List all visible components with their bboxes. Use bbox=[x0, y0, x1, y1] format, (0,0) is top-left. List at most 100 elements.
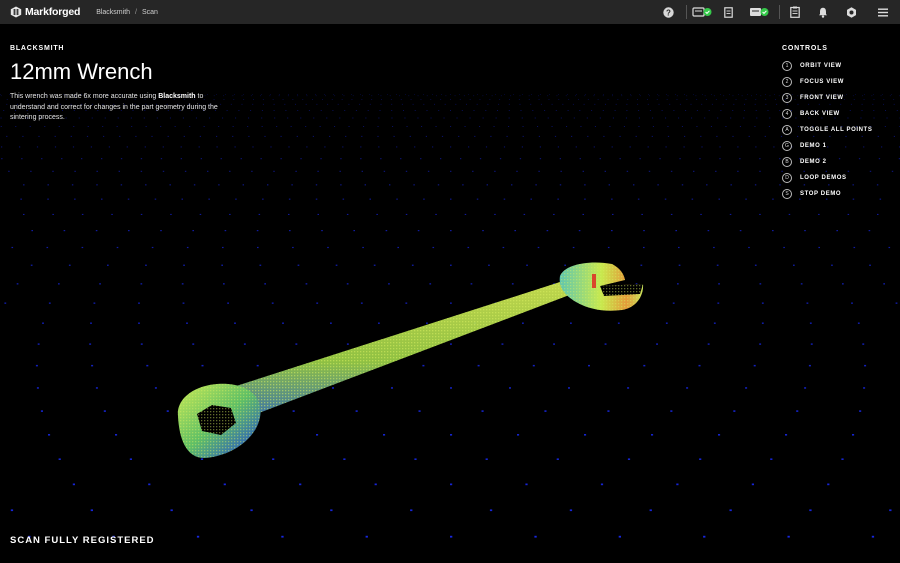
control-orbit-view[interactable]: 1 ORBIT VIEW bbox=[782, 58, 872, 74]
grid-point bbox=[270, 146, 272, 148]
breadcrumb-item-blacksmith[interactable]: Blacksmith bbox=[96, 9, 130, 16]
grid-point bbox=[735, 99, 737, 100]
svg-text:?: ? bbox=[666, 8, 671, 17]
grid-point bbox=[608, 184, 610, 186]
grid-point bbox=[360, 146, 362, 148]
notifications-button[interactable] bbox=[810, 0, 836, 24]
grid-point bbox=[751, 483, 754, 486]
grid-point bbox=[639, 94, 640, 95]
grid-point bbox=[706, 99, 707, 100]
grid-point bbox=[498, 103, 500, 105]
grid-point bbox=[180, 146, 182, 148]
breadcrumb: Blacksmith / Scan bbox=[96, 9, 158, 16]
grid-point bbox=[329, 135, 331, 137]
grid-point bbox=[587, 99, 589, 100]
grid-point bbox=[756, 94, 757, 95]
grid-point bbox=[722, 103, 724, 105]
grid-point bbox=[572, 103, 574, 105]
grid-point bbox=[469, 99, 471, 100]
grid-point bbox=[521, 117, 523, 119]
control-stop-demo[interactable]: S STOP DEMO bbox=[782, 186, 872, 202]
grid-point bbox=[297, 264, 300, 266]
grid-point bbox=[514, 230, 516, 232]
wrench-scan bbox=[177, 262, 644, 458]
grid-point bbox=[421, 126, 423, 127]
grid-point bbox=[166, 410, 169, 412]
grid-point bbox=[91, 364, 94, 367]
grid-point bbox=[317, 170, 319, 172]
grid-point bbox=[720, 110, 722, 111]
clipboard-button[interactable] bbox=[780, 0, 810, 24]
help-button[interactable]: ? bbox=[650, 0, 686, 24]
grid-point bbox=[673, 110, 675, 111]
grid-point bbox=[487, 103, 489, 105]
control-label: FOCUS VIEW bbox=[800, 79, 845, 85]
grid-point bbox=[713, 322, 716, 324]
grid-point bbox=[116, 126, 118, 127]
control-focus-view[interactable]: 2 FOCUS VIEW bbox=[782, 74, 872, 90]
grid-point bbox=[145, 184, 147, 186]
grid-point bbox=[256, 230, 259, 232]
grid-point bbox=[737, 146, 739, 148]
grid-point bbox=[403, 110, 404, 111]
control-demo-2[interactable]: B DEMO 2 bbox=[782, 154, 872, 170]
grid-point bbox=[633, 184, 635, 186]
grid-point bbox=[594, 126, 596, 127]
grid-point bbox=[893, 99, 895, 100]
grid-point bbox=[273, 170, 275, 172]
grid-point bbox=[111, 213, 113, 215]
grid-point bbox=[369, 103, 371, 105]
grid-point bbox=[320, 158, 322, 160]
grid-point bbox=[409, 135, 411, 137]
grid-point bbox=[751, 95, 752, 97]
grid-point bbox=[348, 126, 350, 127]
grid-point bbox=[532, 110, 534, 111]
grid-point bbox=[739, 126, 741, 127]
grid-point bbox=[713, 95, 715, 97]
grid-point bbox=[353, 230, 355, 232]
document-button[interactable] bbox=[717, 0, 739, 24]
control-front-view[interactable]: 3 FRONT VIEW bbox=[782, 90, 872, 106]
control-toggle-all-points[interactable]: A TOGGLE ALL POINTS bbox=[782, 122, 872, 138]
devices-status-button[interactable] bbox=[739, 0, 779, 24]
grid-point bbox=[477, 94, 478, 95]
control-label: ORBIT VIEW bbox=[800, 63, 842, 69]
grid-point bbox=[638, 110, 640, 111]
grid-point bbox=[535, 184, 537, 186]
grid-point bbox=[611, 146, 613, 148]
grid-point bbox=[40, 410, 43, 412]
grid-point bbox=[593, 95, 595, 97]
grid-point bbox=[523, 213, 526, 215]
grid-point bbox=[54, 146, 57, 148]
grid-point bbox=[869, 264, 871, 266]
grid-point bbox=[539, 158, 542, 160]
grid-point bbox=[544, 110, 546, 111]
grid-point bbox=[198, 146, 200, 148]
grid-point bbox=[723, 95, 725, 97]
menu-button[interactable] bbox=[866, 0, 900, 24]
grid-point bbox=[586, 117, 588, 119]
control-loop-demos[interactable]: D LOOP DEMOS bbox=[782, 170, 872, 186]
grid-point bbox=[469, 117, 471, 119]
grid-point bbox=[627, 387, 630, 389]
grid-point bbox=[391, 117, 393, 119]
grid-point bbox=[462, 184, 464, 186]
settings-button[interactable] bbox=[836, 0, 866, 24]
grid-point bbox=[297, 94, 298, 95]
grid-point bbox=[774, 94, 775, 95]
grid-point bbox=[657, 184, 659, 186]
grid-point bbox=[700, 135, 702, 137]
description-text: This wrench was made 6x more accurate us… bbox=[10, 93, 159, 100]
grid-point bbox=[611, 230, 613, 232]
grid-point bbox=[476, 198, 479, 200]
grid-point bbox=[877, 135, 879, 137]
grid-point bbox=[414, 146, 416, 148]
grid-point bbox=[334, 126, 336, 127]
control-back-view[interactable]: 4 BACK VIEW bbox=[782, 106, 872, 122]
printer-status-button[interactable] bbox=[687, 0, 717, 24]
grid-point bbox=[619, 158, 621, 160]
control-demo-1[interactable]: G DEMO 1 bbox=[782, 138, 872, 154]
markforged-logo[interactable]: Markforged bbox=[10, 6, 80, 18]
grid-point bbox=[769, 117, 771, 119]
grid-point bbox=[464, 126, 466, 127]
